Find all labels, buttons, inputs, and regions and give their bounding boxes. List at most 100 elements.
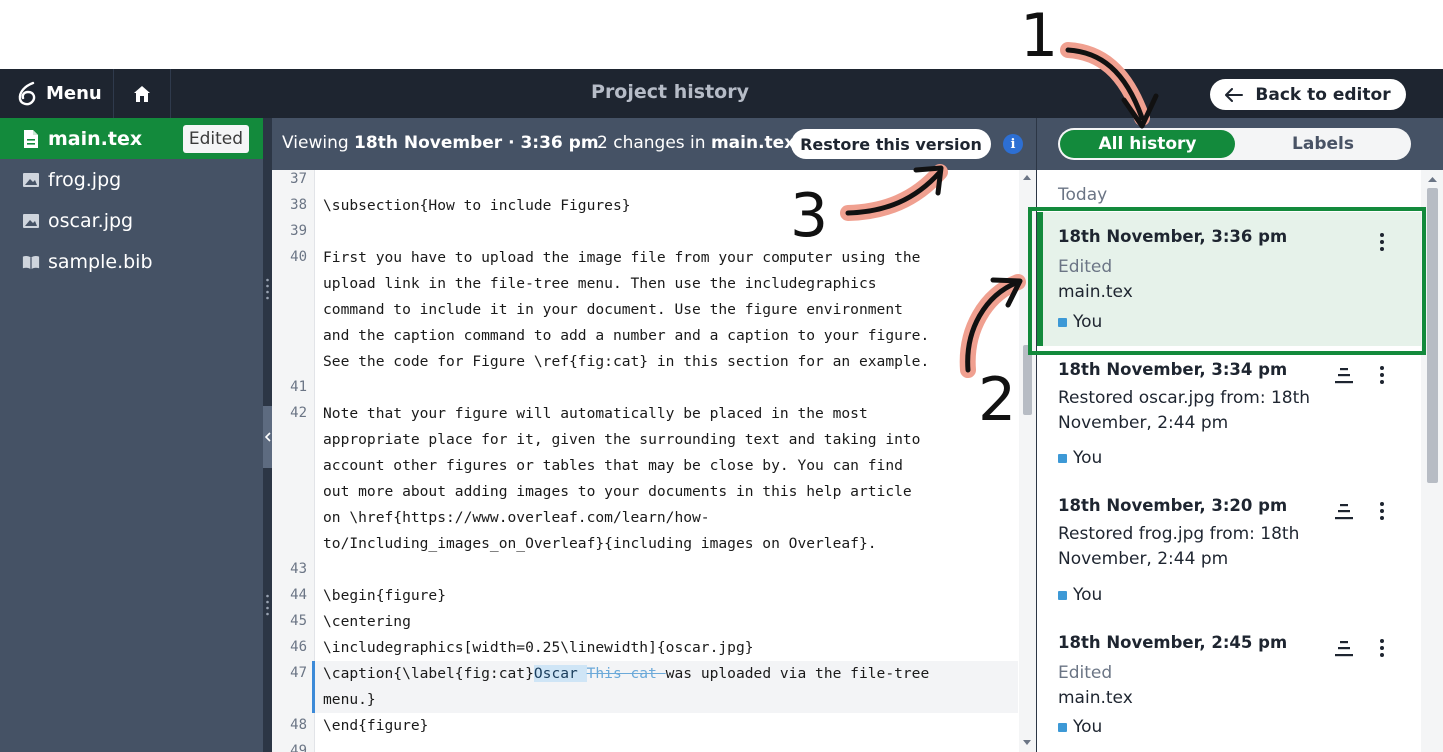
image-icon: [23, 172, 39, 187]
more-options-icon[interactable]: [1373, 499, 1391, 523]
selected-entry-highlight-box: [1028, 207, 1426, 355]
tab-labels[interactable]: Labels: [1238, 130, 1408, 158]
compare-icon[interactable]: [1333, 366, 1355, 386]
entry-action: Restored oscar.jpg from: 18th November, …: [1058, 388, 1311, 433]
entry-action: Restored frog.jpg from: 18th November, 2…: [1058, 524, 1300, 569]
file-item-main-tex[interactable]: main.tex Edited: [0, 118, 263, 159]
code-line: appropriate place for it, given the surr…: [323, 431, 921, 448]
more-options-icon[interactable]: [1373, 636, 1391, 660]
drag-handle-icon: [266, 594, 269, 616]
history-tabs-bar: All history Labels: [1037, 118, 1443, 170]
more-options-icon[interactable]: [1373, 363, 1391, 387]
code-line: account other figures or tables that may…: [323, 457, 903, 474]
file-tree: main.tex Edited frog.jpg oscar.jpg sampl…: [0, 118, 263, 752]
restore-version-button[interactable]: Restore this version: [791, 129, 991, 159]
line-number: 43: [290, 561, 307, 577]
code-line: \begin{figure}: [323, 587, 447, 604]
file-text-icon: [24, 129, 38, 148]
annotation-number: 1: [1020, 1, 1059, 71]
user-color-dot: [1058, 590, 1067, 600]
author-name: You: [1073, 717, 1103, 737]
collapse-file-tree-button[interactable]: [263, 406, 272, 468]
line-number: 37: [290, 171, 307, 187]
line-number: 38: [290, 197, 307, 213]
edited-badge: Edited: [182, 125, 249, 153]
line-number: 42: [290, 405, 307, 421]
user-color-dot: [1058, 722, 1067, 732]
author-name: You: [1073, 585, 1103, 605]
annotation-band: [0, 0, 1443, 69]
entry-detail: main.tex: [1058, 688, 1133, 708]
file-item-oscar-jpg[interactable]: oscar.jpg: [0, 200, 263, 241]
caption-rest: was uploaded via the file-tree: [665, 665, 930, 682]
arrow-left-icon: [1225, 87, 1244, 102]
deleted-text: This cat: [586, 665, 666, 682]
code-line: \subsection{How to include Figures}: [323, 197, 631, 214]
info-icon[interactable]: i: [1003, 134, 1023, 154]
tab-all-history[interactable]: All history: [1060, 130, 1235, 158]
entry-author: You: [1058, 448, 1102, 468]
line-number: 41: [290, 379, 307, 395]
compare-icon[interactable]: [1333, 502, 1355, 522]
code-line: Note that your figure will automatically…: [323, 405, 868, 422]
code-line: upload link in the file-tree menu. Then …: [323, 275, 877, 292]
viewing-prefix: Viewing: [282, 133, 355, 153]
image-icon: [23, 213, 39, 228]
file-name: main.tex: [48, 127, 143, 150]
code-line: \end{figure}: [323, 717, 429, 734]
file-name: oscar.jpg: [48, 209, 134, 232]
code-line: \centering: [323, 613, 411, 630]
code-line: to/Including_images_on_Overleaf}{includi…: [323, 535, 877, 552]
code-line: and the caption command to add a number …: [323, 327, 930, 344]
code-line: command to include it in your document. …: [323, 301, 903, 318]
entry-timestamp: 18th November, 3:20 pm: [1058, 496, 1288, 515]
scroll-up-icon: [1428, 177, 1437, 182]
diff-editor[interactable]: 37 38 39 40 41 42 43 44 45 46 47 48 49 \…: [272, 170, 1036, 752]
viewing-label: Viewing 18th November · 3:36 pm: [282, 133, 599, 153]
file-item-frog-jpg[interactable]: frog.jpg: [0, 159, 263, 200]
history-tabs: All history Labels: [1058, 128, 1411, 160]
line-number: 49: [290, 743, 307, 752]
file-item-sample-bib[interactable]: sample.bib: [0, 241, 263, 282]
version-info-bar: Viewing 18th November · 3:36 pm 2 change…: [272, 118, 1036, 170]
changes-summary: 2 changes in main.tex: [597, 133, 795, 153]
chevron-left-icon: [264, 432, 271, 442]
scroll-down-icon: [1023, 740, 1031, 745]
code-line: out more about adding images to your doc…: [323, 483, 912, 500]
line-number: 39: [290, 223, 307, 239]
file-name: sample.bib: [48, 250, 153, 273]
annotation-number: 3: [790, 181, 829, 251]
history-entry[interactable]: 18th November, 3:20 pm Restored frog.jpg…: [1037, 482, 1421, 619]
history-entry[interactable]: 18th November, 2:45 pm Edited main.tex Y…: [1037, 619, 1421, 752]
line-number: 48: [290, 717, 307, 733]
top-toolbar: Menu Project history Back to editor: [0, 69, 1443, 118]
caption-line: \caption{\label{fig:cat}Oscar This cat w…: [323, 665, 929, 682]
scroll-thumb[interactable]: [1427, 188, 1438, 483]
code-line: First you have to upload the image file …: [323, 249, 921, 266]
viewing-date: 18th November · 3:36 pm: [354, 133, 599, 153]
code-line: on \href{https://www.overleaf.com/learn/…: [323, 509, 710, 526]
compare-icon[interactable]: [1333, 639, 1355, 659]
code-line: menu.}: [323, 691, 376, 708]
changes-file: main.tex: [710, 133, 796, 153]
line-number: 46: [290, 639, 307, 655]
entry-author: You: [1058, 717, 1102, 737]
code-line: \includegraphics[width=0.25\linewidth]{o…: [323, 639, 754, 656]
file-name: frog.jpg: [48, 168, 122, 191]
added-text: Oscar: [533, 665, 587, 682]
panel-splitter[interactable]: [263, 118, 272, 752]
changed-line-marker: [312, 661, 315, 713]
book-icon: [22, 255, 40, 269]
code-line: See the code for Figure \ref{fig:cat} in…: [323, 353, 930, 370]
line-number: 45: [290, 613, 307, 629]
entry-timestamp: 18th November, 3:34 pm: [1058, 360, 1288, 379]
entry-action: Edited: [1058, 663, 1113, 683]
author-name: You: [1073, 448, 1103, 468]
page-title: Project history: [591, 81, 749, 103]
history-entry[interactable]: 18th November, 3:34 pm Restored oscar.jp…: [1037, 346, 1421, 482]
scroll-thumb[interactable]: [1023, 345, 1032, 415]
entry-author: You: [1058, 585, 1102, 605]
line-number: 44: [290, 587, 307, 603]
annotation-number: 2: [978, 365, 1017, 435]
back-to-editor-button[interactable]: Back to editor: [1210, 79, 1406, 110]
